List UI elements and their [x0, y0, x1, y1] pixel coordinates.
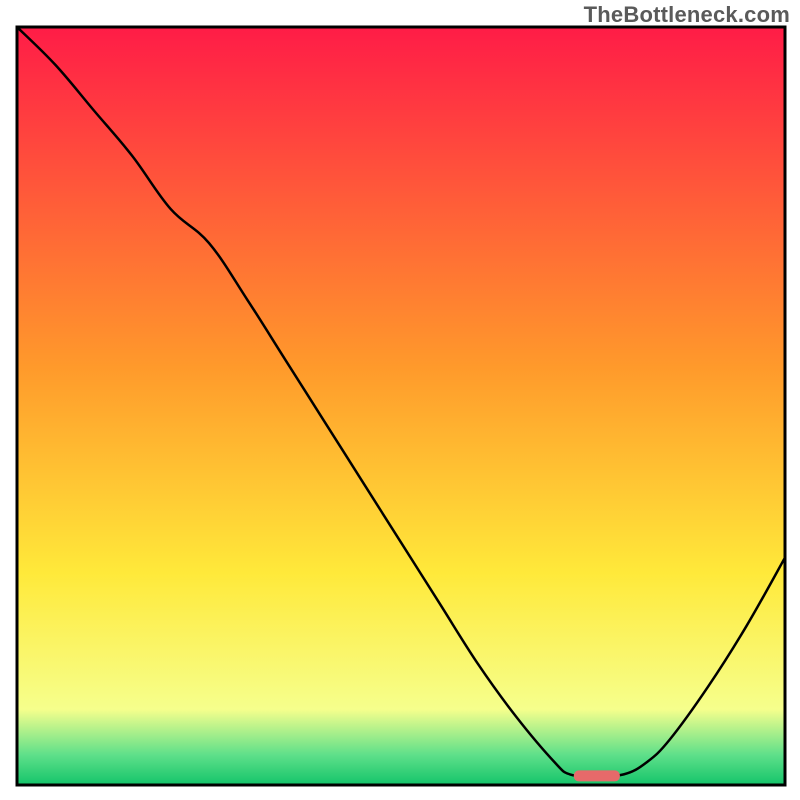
bottleneck-chart — [0, 0, 800, 800]
gradient-background — [17, 27, 785, 785]
chart-container: TheBottleneck.com — [0, 0, 800, 800]
optimal-marker — [574, 770, 620, 781]
